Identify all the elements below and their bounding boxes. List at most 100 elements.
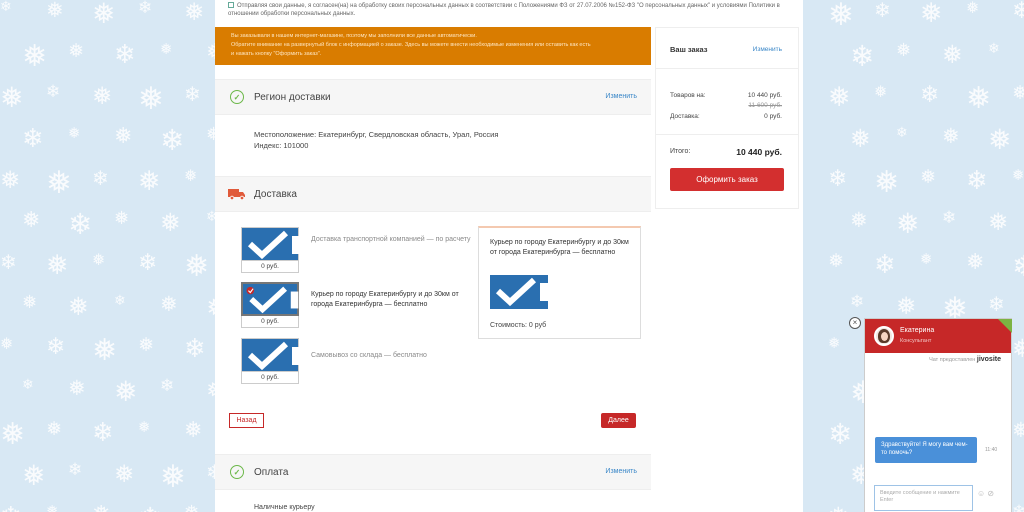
snowflake-icon: ❄ bbox=[850, 292, 865, 312]
payment-title: Оплата bbox=[254, 467, 289, 478]
snowflake-icon: ❄ bbox=[22, 124, 44, 154]
back-button[interactable]: Назад bbox=[229, 413, 264, 428]
snowflake-icon: ❅ bbox=[0, 334, 14, 353]
snowflake-icon: ❅ bbox=[46, 250, 69, 281]
snowflake-icon: ❅ bbox=[184, 249, 210, 284]
selected-delivery-image bbox=[490, 275, 548, 309]
snowflake-icon: ❅ bbox=[138, 418, 151, 436]
checkmark-logo-icon bbox=[247, 230, 300, 260]
snowflake-icon: ❅ bbox=[966, 250, 985, 275]
snowflake-icon: ❅ bbox=[68, 124, 81, 142]
snowflake-icon: ❅ bbox=[68, 292, 89, 321]
chat-attach-icons[interactable]: ☺ ⊘ bbox=[977, 489, 994, 498]
snowflake-icon: ❅ bbox=[46, 502, 59, 512]
snowflake-icon: ❅ bbox=[46, 0, 64, 22]
submit-order-button[interactable]: Оформить заказ bbox=[670, 168, 784, 191]
snowflake-icon: ❄ bbox=[138, 250, 158, 276]
delivery-option-courier[interactable]: 0 руб. bbox=[241, 282, 301, 328]
snowflake-icon: ❄ bbox=[46, 82, 61, 102]
delivery-price: 0 руб. bbox=[241, 261, 299, 273]
snowflake-icon: ❅ bbox=[138, 166, 161, 197]
snowflake-icon: ❅ bbox=[92, 82, 113, 110]
chat-input[interactable]: Введите сообщение и нажмите Enter bbox=[874, 485, 973, 511]
snowflake-icon: ❅ bbox=[138, 81, 164, 117]
snowflake-icon: ❄ bbox=[988, 292, 1005, 316]
next-button[interactable]: Далее bbox=[601, 413, 636, 428]
snowflake-icon: ❅ bbox=[1012, 166, 1024, 184]
payment-option-cash[interactable]: Наличные курьеру bbox=[254, 504, 315, 511]
snowflake-icon: ❅ bbox=[160, 459, 186, 495]
snowflake-icon: ❅ bbox=[828, 504, 849, 512]
truck-icon bbox=[228, 189, 245, 200]
snowflake-icon: ❅ bbox=[966, 0, 980, 17]
snowflake-icon: ❄ bbox=[896, 125, 908, 141]
snowflake-icon: ❄ bbox=[0, 0, 12, 15]
snowflake-icon: ❄ bbox=[46, 334, 66, 360]
delivery-option-label[interactable]: Доставка транспортной компанией — по рас… bbox=[311, 235, 471, 245]
order-summary: Ваш заказ Изменить Товаров на: 10 440 ру… bbox=[655, 27, 799, 209]
snowflake-icon: ❅ bbox=[138, 334, 154, 356]
snowflake-icon: ❅ bbox=[92, 250, 106, 269]
snowflake-icon: ❄ bbox=[942, 208, 957, 228]
snowflake-icon: ❄ bbox=[184, 82, 201, 106]
region-section-header: ✓ Регион доставки Изменить bbox=[215, 79, 651, 115]
snowflake-icon: ❅ bbox=[160, 40, 173, 58]
snowflake-icon: ❄ bbox=[68, 207, 93, 241]
snowflake-icon: ❅ bbox=[22, 292, 38, 313]
payment-edit-link[interactable]: Изменить bbox=[605, 468, 637, 475]
snowflake-icon: ❄ bbox=[874, 0, 891, 22]
snowflake-icon: ❅ bbox=[828, 250, 844, 272]
snowflake-icon: ❅ bbox=[1012, 334, 1024, 363]
order-edit-link[interactable]: Изменить bbox=[753, 46, 782, 53]
check-circle-icon: ✓ bbox=[230, 465, 244, 479]
snowflake-icon: ❄ bbox=[22, 377, 34, 393]
delivery-option-label[interactable]: Самовывоз со склада — бесплатно bbox=[311, 351, 471, 361]
divider bbox=[656, 134, 798, 135]
total-label: Итого: bbox=[670, 148, 691, 155]
online-indicator bbox=[998, 319, 1012, 333]
snowflake-icon: ❅ bbox=[160, 208, 181, 237]
snowflake-icon: ❄ bbox=[920, 82, 940, 108]
delivery-title: Доставка bbox=[254, 189, 297, 200]
snowflake-icon: ❄ bbox=[988, 41, 1000, 57]
delivery-thumb bbox=[241, 338, 300, 372]
region-location-block: Местоположение: Екатеринбург, Свердловск… bbox=[254, 129, 498, 151]
consent-notice: Отправляя свои данные, я согласен(на) на… bbox=[228, 2, 788, 18]
snowflake-icon: ❅ bbox=[68, 376, 86, 400]
delivery-price: 0 руб. bbox=[241, 316, 299, 328]
snowflake-icon: ❅ bbox=[114, 375, 138, 408]
snowflake-icon: ❅ bbox=[184, 504, 199, 512]
chat-powered-by[interactable]: Чат предоставлен jivosite bbox=[929, 356, 1001, 363]
region-edit-link[interactable]: Изменить bbox=[605, 93, 637, 100]
delivery-option-transport[interactable]: 0 руб. bbox=[241, 227, 301, 273]
snowflake-icon: ❄ bbox=[92, 418, 114, 448]
checkmark-logo-icon bbox=[246, 286, 299, 314]
goods-old-value: 11 600 руб. bbox=[748, 102, 782, 109]
snowflake-icon: ❄ bbox=[0, 504, 22, 512]
snowflake-icon: ❅ bbox=[68, 40, 84, 62]
snowflake-icon: ❅ bbox=[184, 0, 205, 26]
snowflake-icon: ❅ bbox=[160, 292, 178, 316]
selected-delivery-title: Курьер по городу Екатеринбургу и до 30км… bbox=[490, 239, 629, 256]
chat-close-icon[interactable]: × bbox=[849, 317, 861, 329]
snowflake-icon: ❅ bbox=[114, 460, 135, 488]
snowflake-icon: ❄ bbox=[68, 460, 83, 480]
snowflake-icon: ❅ bbox=[92, 333, 118, 368]
autofill-warning: Вы заказывали в нашем интернет-магазине,… bbox=[215, 27, 651, 65]
chat-widget: Екатерина Консультант Чат предоставлен j… bbox=[864, 318, 1012, 512]
delivery-option-pickup[interactable]: 0 руб. bbox=[241, 338, 301, 384]
snowflake-icon: ❄ bbox=[138, 0, 153, 18]
snowflake-icon: ❅ bbox=[896, 40, 912, 61]
powered-prefix: Чат предоставлен bbox=[929, 357, 976, 363]
chat-message-time: 11:40 bbox=[985, 447, 998, 453]
delivery-option-label[interactable]: Курьер по городу Екатеринбургу и до 30км… bbox=[311, 290, 471, 310]
snowflake-icon: ❄ bbox=[828, 417, 853, 451]
consent-checkbox[interactable] bbox=[228, 2, 234, 9]
snowflake-icon: ❄ bbox=[114, 293, 126, 309]
goods-label: Товаров на: bbox=[670, 92, 706, 99]
snowflake-icon: ❅ bbox=[1012, 82, 1024, 104]
snowflake-icon: ❄ bbox=[0, 250, 17, 274]
chat-header[interactable]: Екатерина Консультант bbox=[865, 319, 1012, 353]
snowflake-icon: ❅ bbox=[0, 417, 26, 452]
index-text: Индекс: 101000 bbox=[254, 141, 309, 150]
